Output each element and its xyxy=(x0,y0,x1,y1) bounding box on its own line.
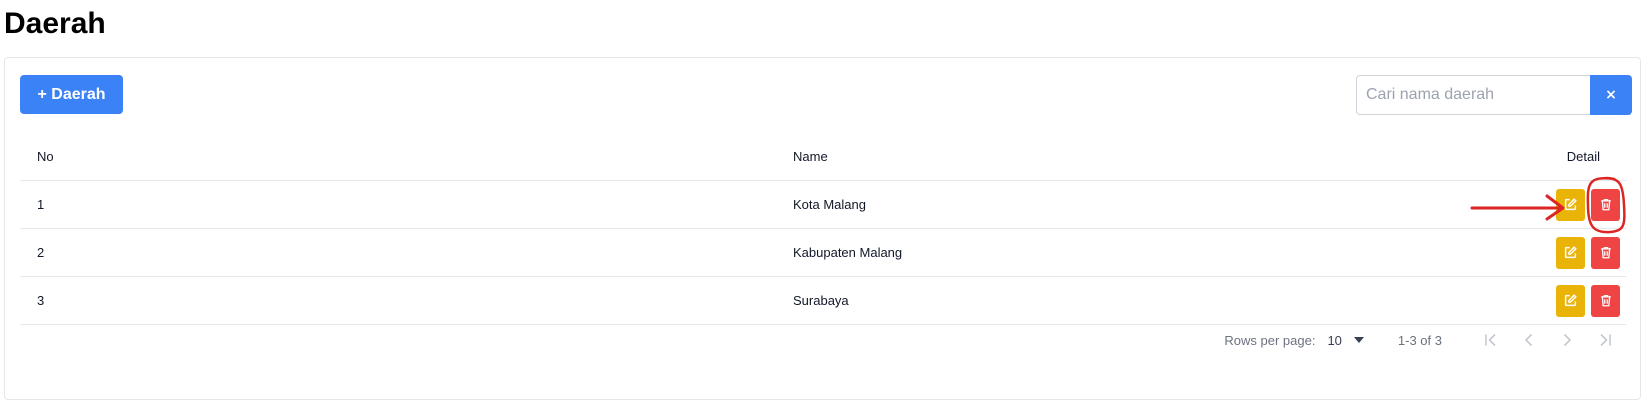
first-page-icon xyxy=(1485,333,1496,347)
pagination-range: 1-3 of 3 xyxy=(1397,332,1442,348)
table-row: 3 Surabaya xyxy=(20,277,1626,325)
rows-per-page-label: Rows per page: xyxy=(1224,332,1316,348)
rows-per-page-select[interactable]: 10 xyxy=(1327,332,1364,348)
add-daerah-button[interactable]: + Daerah xyxy=(20,75,123,114)
table-row: 2 Kabupaten Malang xyxy=(20,229,1626,277)
pencil-square-icon xyxy=(1564,246,1577,259)
page-title: Daerah xyxy=(4,7,106,40)
next-page-button[interactable] xyxy=(1548,323,1586,357)
table-row: 1 Kota Malang xyxy=(20,181,1626,229)
edit-button[interactable] xyxy=(1556,236,1585,269)
prev-page-button[interactable] xyxy=(1510,323,1548,357)
prev-page-icon xyxy=(1524,333,1533,347)
row-actions xyxy=(1556,229,1620,276)
trash-icon xyxy=(1600,294,1611,307)
search-input[interactable] xyxy=(1356,75,1590,115)
pagination: Rows per page: 10 1-3 of 3 xyxy=(1224,323,1624,357)
row-name: Kota Malang xyxy=(793,197,866,212)
content-card: + Daerah × No Name Detail 1 Kota Malang xyxy=(4,57,1641,400)
close-icon: × xyxy=(1605,87,1617,103)
row-no: 2 xyxy=(37,245,45,260)
last-page-icon xyxy=(1600,333,1611,347)
caret-down-icon xyxy=(1353,337,1364,343)
edit-button[interactable] xyxy=(1556,284,1585,317)
delete-button[interactable] xyxy=(1591,236,1620,269)
delete-button[interactable] xyxy=(1591,284,1620,317)
next-page-icon xyxy=(1563,333,1572,347)
daerah-table: No Name Detail 1 Kota Malang 2 Kabupaten… xyxy=(20,132,1626,325)
pencil-square-icon xyxy=(1564,198,1577,211)
trash-icon xyxy=(1600,246,1611,259)
row-name: Surabaya xyxy=(793,293,849,308)
rows-per-page-value: 10 xyxy=(1327,332,1342,348)
first-page-button[interactable] xyxy=(1472,323,1510,357)
pencil-square-icon xyxy=(1564,294,1577,307)
delete-button[interactable] xyxy=(1591,188,1620,221)
search-group: × xyxy=(1356,75,1632,115)
row-actions xyxy=(1556,181,1620,228)
table-header: No Name Detail xyxy=(20,132,1626,181)
row-actions xyxy=(1556,277,1620,324)
column-header-name: Name xyxy=(793,148,828,164)
trash-icon xyxy=(1600,198,1611,211)
row-no: 1 xyxy=(37,197,45,212)
row-name: Kabupaten Malang xyxy=(793,245,903,260)
edit-button[interactable] xyxy=(1556,188,1585,221)
column-header-detail: Detail xyxy=(1566,148,1600,164)
clear-search-button[interactable]: × xyxy=(1590,75,1632,115)
last-page-button[interactable] xyxy=(1586,323,1624,357)
row-no: 3 xyxy=(37,293,45,308)
column-header-no: No xyxy=(37,148,54,164)
